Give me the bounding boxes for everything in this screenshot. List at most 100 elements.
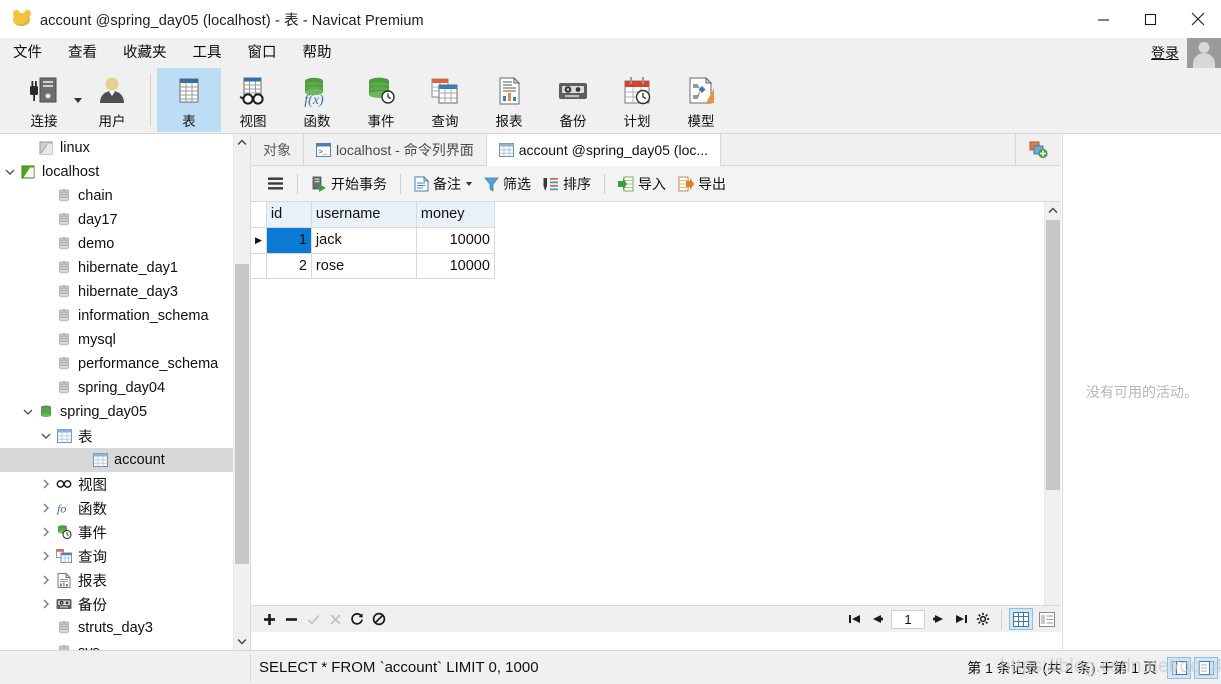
table-row[interactable]: 2 rose 10000 [251, 253, 495, 279]
filter-button[interactable]: 筛选 [478, 171, 537, 197]
sidebar-item-[interactable]: 表 [0, 424, 250, 448]
chevron-right-icon[interactable] [38, 575, 54, 585]
hamburger-icon[interactable] [261, 171, 290, 197]
grid-view-button[interactable] [1009, 608, 1033, 630]
ribbon-button-event[interactable]: 事件 [349, 68, 413, 132]
new-tab-button[interactable] [1016, 134, 1061, 165]
data-grid[interactable]: id username money ▶ 1 jack 10000 2 rose 10000 [251, 202, 495, 279]
data-grid-area[interactable]: id username money ▶ 1 jack 10000 2 rose 10000 [251, 202, 1061, 632]
chevron-right-icon[interactable] [38, 599, 54, 609]
sidebar-item-[interactable]: fo 函数 [0, 496, 250, 520]
note-button[interactable]: 备注 [408, 171, 478, 197]
export-button[interactable]: 导出 [672, 171, 732, 197]
cell-id[interactable]: 2 [266, 253, 312, 279]
ribbon-button-query[interactable]: 查询 [413, 68, 477, 132]
sidebar-item-[interactable]: 查询 [0, 544, 250, 568]
chevron-right-icon[interactable] [38, 479, 54, 489]
ribbon-button-model[interactable]: 模型 [669, 68, 733, 132]
scroll-up-icon[interactable] [234, 134, 250, 151]
cell-username[interactable]: rose [311, 253, 417, 279]
first-page-button[interactable] [844, 608, 866, 630]
cell-username[interactable]: jack [311, 227, 417, 254]
import-button[interactable]: 导入 [612, 171, 672, 197]
row-indicator[interactable]: ▶ [251, 227, 267, 254]
minimize-icon[interactable] [1080, 0, 1127, 38]
sort-button[interactable]: 排序 [537, 171, 597, 197]
chevron-down-icon[interactable] [466, 181, 472, 186]
close-icon[interactable] [1174, 0, 1221, 38]
avatar[interactable] [1187, 38, 1221, 68]
cell-money[interactable]: 10000 [416, 227, 495, 254]
sidebar-item-hibernate_day1[interactable]: hibernate_day1 [0, 256, 250, 280]
sidebar-item-demo[interactable]: demo [0, 232, 250, 256]
sidebar-item-information_schema[interactable]: information_schema [0, 304, 250, 328]
ribbon-button-view[interactable]: 视图 [221, 68, 285, 132]
begin-transaction-button[interactable]: 开始事务 [305, 171, 393, 197]
sidebar-item-[interactable]: 报表 [0, 568, 250, 592]
menu-window[interactable]: 窗口 [235, 38, 290, 68]
chevron-right-icon[interactable] [38, 527, 54, 537]
maximize-icon[interactable] [1127, 0, 1174, 38]
menu-view[interactable]: 查看 [55, 38, 110, 68]
ribbon-button-report[interactable]: 报表 [477, 68, 541, 132]
menu-help[interactable]: 帮助 [290, 38, 345, 68]
sidebar-item-spring_day04[interactable]: spring_day04 [0, 376, 250, 400]
chevron-down-icon[interactable] [38, 432, 54, 440]
column-header-id[interactable]: id [266, 202, 312, 228]
cell-id[interactable]: 1 [266, 227, 312, 254]
next-page-button[interactable] [928, 608, 950, 630]
sidebar-item-localhost[interactable]: localhost [0, 160, 250, 184]
table-row[interactable]: ▶ 1 jack 10000 [251, 227, 495, 254]
refresh-button[interactable] [346, 608, 368, 630]
chevron-down-icon[interactable] [2, 168, 18, 176]
login-link[interactable]: 登录 [1151, 43, 1179, 63]
ribbon-button-user[interactable]: 用户 [80, 68, 144, 132]
sidebar-item-spring_day05[interactable]: spring_day05 [0, 400, 250, 424]
sidebar-item-struts_day3[interactable]: struts_day3 [0, 616, 250, 640]
cell-money[interactable]: 10000 [416, 253, 495, 279]
menu-tools[interactable]: 工具 [180, 38, 235, 68]
column-header-username[interactable]: username [311, 202, 417, 228]
prev-page-button[interactable] [866, 608, 888, 630]
sidebar-item-[interactable]: 事件 [0, 520, 250, 544]
ribbon-button-backup[interactable]: 备份 [541, 68, 605, 132]
sidebar-item-account[interactable]: account [0, 448, 250, 472]
sidebar-scrollbar[interactable] [233, 134, 250, 650]
page-number-input[interactable]: 1 [891, 609, 925, 629]
scroll-up-icon[interactable] [1045, 202, 1061, 219]
chevron-right-icon[interactable] [38, 503, 54, 513]
toggle-right-pane-button[interactable] [1194, 656, 1218, 679]
row-indicator[interactable] [251, 253, 267, 279]
sidebar-item-[interactable]: 视图 [0, 472, 250, 496]
sidebar-item-hibernate_day3[interactable]: hibernate_day3 [0, 280, 250, 304]
sidebar-item-chain[interactable]: chain [0, 184, 250, 208]
sidebar-item-[interactable]: 备份 [0, 592, 250, 616]
ribbon-button-connection[interactable]: 连接 [8, 68, 82, 132]
ribbon-button-function[interactable]: f(x) 函数 [285, 68, 349, 132]
sidebar-scroll-thumb[interactable] [235, 264, 249, 564]
chevron-down-icon[interactable] [20, 408, 36, 416]
stop-button[interactable] [368, 608, 390, 630]
delete-record-button[interactable] [280, 608, 302, 630]
sidebar-item-linux[interactable]: linux [0, 136, 250, 160]
database-tree-sidebar[interactable]: linux localhost chain day17 demo hibernate_da… [0, 134, 250, 650]
menu-favorites[interactable]: 收藏夹 [110, 38, 180, 68]
add-record-button[interactable] [258, 608, 280, 630]
sidebar-item-day17[interactable]: day17 [0, 208, 250, 232]
ribbon-button-table[interactable]: 表 [157, 68, 221, 132]
form-view-button[interactable] [1035, 608, 1059, 630]
page-settings-button[interactable] [972, 608, 994, 630]
toggle-info-pane-button[interactable] [1167, 656, 1191, 679]
sidebar-item-performance_schema[interactable]: performance_schema [0, 352, 250, 376]
chevron-right-icon[interactable] [38, 551, 54, 561]
tab-console[interactable]: >_ localhost - 命令列界面 [304, 134, 487, 165]
tab-objects[interactable]: 对象 [251, 134, 304, 165]
last-page-button[interactable] [950, 608, 972, 630]
sidebar-item-sys[interactable]: sys [0, 640, 250, 650]
scroll-down-icon[interactable] [234, 633, 250, 650]
grid-scroll-thumb[interactable] [1046, 220, 1060, 490]
menu-file[interactable]: 文件 [0, 38, 55, 68]
tab-account-table[interactable]: account @spring_day05 (loc... [486, 134, 722, 166]
grid-vertical-scrollbar[interactable] [1044, 202, 1061, 632]
ribbon-button-schedule[interactable]: 计划 [605, 68, 669, 132]
